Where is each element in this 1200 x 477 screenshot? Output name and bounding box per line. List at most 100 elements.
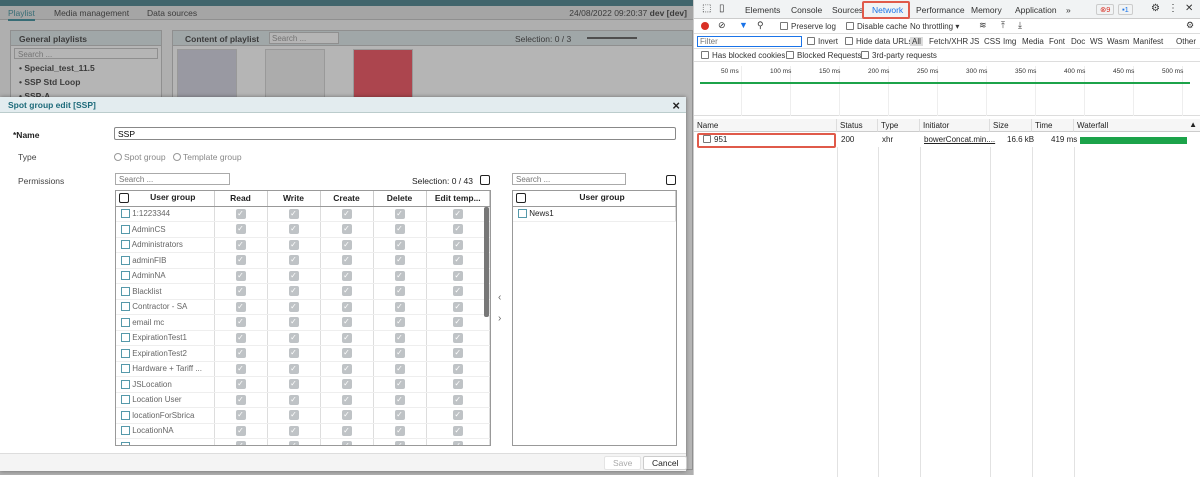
search-icon[interactable]: ⚲ [757, 20, 764, 31]
permission-checkbox[interactable]: ✓ [394, 348, 405, 359]
column-create[interactable]: Create [320, 191, 374, 207]
permission-checkbox[interactable]: ✓ [235, 332, 246, 343]
permission-checkbox[interactable]: ✓ [235, 363, 246, 374]
column-name[interactable]: Name [694, 119, 837, 132]
row-checkbox[interactable] [121, 240, 130, 250]
table-row[interactable]: AdminCS ✓ ✓ ✓ ✓ ✓ [116, 221, 490, 238]
permission-checkbox[interactable]: ✓ [235, 425, 246, 436]
row-checkbox[interactable] [121, 286, 130, 296]
message-badge[interactable]: ▪1 [1118, 4, 1133, 15]
permission-checkbox[interactable]: ✓ [452, 441, 463, 445]
type-radio-spot[interactable]: Spot group [114, 152, 166, 162]
permission-checkbox[interactable]: ✓ [452, 239, 463, 250]
request-initiator[interactable]: bowerConcat.min.... [921, 134, 998, 146]
assigned-group-search-input[interactable] [512, 173, 626, 185]
permission-checkbox[interactable]: ✓ [452, 410, 463, 421]
permission-checkbox[interactable]: ✓ [341, 410, 352, 421]
column-time[interactable]: Time [1032, 119, 1074, 132]
row-checkbox[interactable] [121, 209, 130, 219]
filter-icon[interactable]: ▼ [739, 20, 748, 30]
tab-memory[interactable]: Memory [971, 5, 1002, 15]
clear-icon[interactable]: ⊘ [718, 20, 726, 31]
close-icon[interactable]: × [672, 98, 680, 113]
table-row[interactable]: locationForSbrica ✓ ✓ ✓ ✓ ✓ [116, 407, 490, 424]
table-row[interactable]: adminFIB ✓ ✓ ✓ ✓ ✓ [116, 252, 490, 269]
row-checkbox[interactable] [121, 426, 130, 436]
permission-checkbox[interactable]: ✓ [394, 208, 405, 219]
save-button[interactable]: Save [604, 456, 642, 470]
table-row[interactable]: email mc ✓ ✓ ✓ ✓ ✓ [116, 314, 490, 331]
permission-checkbox[interactable]: ✓ [452, 379, 463, 390]
permission-checkbox[interactable]: ✓ [341, 239, 352, 250]
row-checkbox[interactable] [121, 271, 130, 281]
table-row[interactable]: LocationNA ✓ ✓ ✓ ✓ ✓ [116, 423, 490, 439]
permission-checkbox[interactable]: ✓ [235, 286, 246, 297]
select-all-assigned-checkbox[interactable] [666, 175, 676, 185]
type-filter-manifest[interactable]: Manifest [1133, 37, 1163, 46]
column-edit-template[interactable]: Edit temp... [426, 191, 490, 207]
user-group-search-input[interactable] [115, 173, 230, 185]
column-size[interactable]: Size [990, 119, 1032, 132]
permission-checkbox[interactable]: ✓ [341, 286, 352, 297]
permission-checkbox[interactable]: ✓ [341, 255, 352, 266]
permission-checkbox[interactable]: ✓ [288, 208, 299, 219]
permission-checkbox[interactable]: ✓ [288, 239, 299, 250]
permission-checkbox[interactable]: ✓ [288, 317, 299, 328]
permission-checkbox[interactable]: ✓ [452, 255, 463, 266]
settings-icon[interactable]: ⚙ [1151, 3, 1160, 14]
column-read[interactable]: Read [214, 191, 268, 207]
type-filter-font[interactable]: Font [1049, 37, 1065, 46]
permission-checkbox[interactable]: ✓ [288, 255, 299, 266]
permission-checkbox[interactable]: ✓ [341, 394, 352, 405]
error-badge[interactable]: ⊗9 [1096, 4, 1115, 15]
row-checkbox[interactable] [518, 209, 527, 219]
table-row[interactable]: Contractor - SA ✓ ✓ ✓ ✓ ✓ [116, 299, 490, 315]
permission-checkbox[interactable]: ✓ [394, 363, 405, 374]
table-row[interactable]: AdminNA ✓ ✓ ✓ ✓ ✓ [116, 268, 490, 284]
row-checkbox[interactable] [121, 348, 130, 358]
name-field[interactable] [114, 127, 676, 140]
permission-checkbox[interactable]: ✓ [341, 224, 352, 235]
table-row[interactable]: Administrators ✓ ✓ ✓ ✓ ✓ [116, 237, 490, 253]
permission-checkbox[interactable]: ✓ [394, 224, 405, 235]
header-checkbox[interactable] [119, 193, 129, 204]
column-write[interactable]: Write [267, 191, 321, 207]
permission-checkbox[interactable]: ✓ [341, 317, 352, 328]
network-overview-timeline[interactable]: 50 ms 100 ms 150 ms 200 ms 250 ms 300 ms 350 m… [694, 66, 1200, 116]
close-icon[interactable]: ✕ [1185, 3, 1193, 14]
column-waterfall[interactable]: Waterfall ▲ [1074, 119, 1200, 132]
row-checkbox[interactable] [121, 395, 130, 405]
tab-performance[interactable]: Performance [916, 5, 965, 15]
permission-checkbox[interactable]: ✓ [394, 441, 405, 445]
permission-checkbox[interactable]: ✓ [235, 301, 246, 312]
table-row[interactable]: Location User ✓ ✓ ✓ ✓ ✓ [116, 392, 490, 408]
network-settings-icon[interactable]: ⚙ [1186, 20, 1194, 31]
row-checkbox[interactable] [121, 317, 130, 327]
permission-checkbox[interactable]: ✓ [288, 332, 299, 343]
permission-checkbox[interactable]: ✓ [288, 425, 299, 436]
permission-checkbox[interactable]: ✓ [288, 363, 299, 374]
permission-checkbox[interactable]: ✓ [235, 394, 246, 405]
hide-data-urls-checkbox[interactable]: Hide data URLs [845, 37, 912, 46]
type-filter-js[interactable]: JS [970, 37, 979, 46]
move-left-icon[interactable]: ‹ [498, 292, 501, 303]
cancel-button[interactable]: Cancel [643, 456, 688, 470]
permission-checkbox[interactable]: ✓ [288, 441, 299, 445]
permission-checkbox[interactable]: ✓ [394, 394, 405, 405]
permission-checkbox[interactable]: ✓ [394, 425, 405, 436]
table-row[interactable]: News1 [513, 206, 676, 222]
column-status[interactable]: Status [837, 119, 878, 132]
inspect-icon[interactable]: ⬚ [702, 3, 711, 14]
import-icon[interactable]: ⤒ [1001, 20, 1005, 31]
table-row[interactable]: Blacklist ✓ ✓ ✓ ✓ ✓ [116, 283, 490, 300]
permission-checkbox[interactable]: ✓ [452, 317, 463, 328]
type-radio-template[interactable]: Template group [173, 152, 242, 162]
permission-checkbox[interactable]: ✓ [341, 301, 352, 312]
tab-elements[interactable]: Elements [745, 5, 780, 15]
permission-checkbox[interactable]: ✓ [288, 348, 299, 359]
filter-input[interactable]: Filter [697, 36, 802, 47]
row-checkbox[interactable] [121, 441, 130, 445]
column-user-group[interactable]: User group [513, 191, 676, 207]
third-party-checkbox[interactable]: 3rd-party requests [861, 51, 937, 60]
permission-checkbox[interactable]: ✓ [452, 394, 463, 405]
